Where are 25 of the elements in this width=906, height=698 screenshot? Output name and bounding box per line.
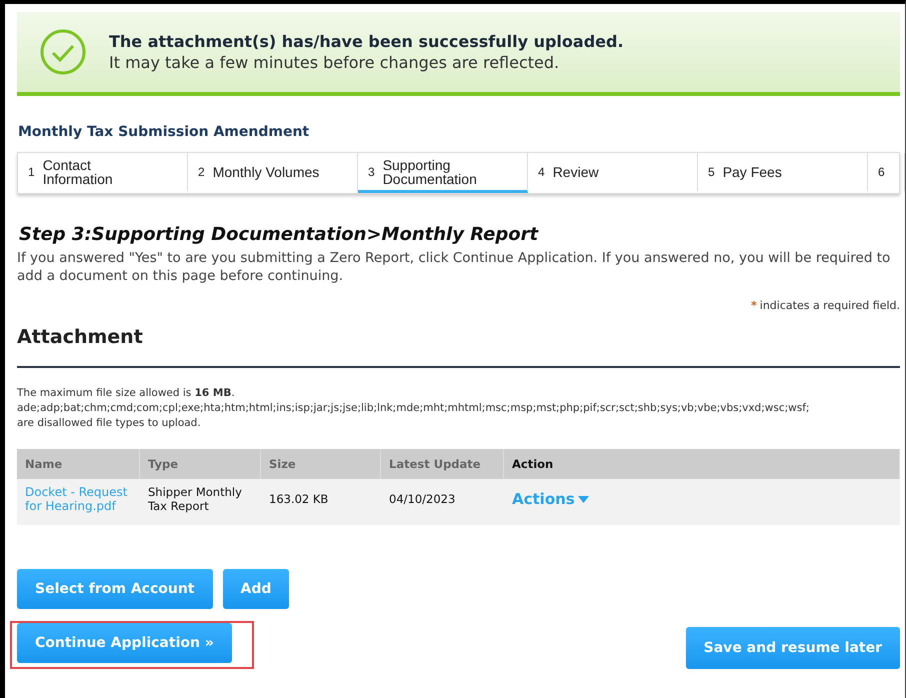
caret-icon	[578, 496, 589, 502]
section-title: Attachment	[17, 326, 900, 368]
required-note: indicates a required field.	[760, 299, 900, 312]
required-mark: *	[751, 299, 757, 312]
step-tab[interactable]: 2 Monthly Volumes	[188, 153, 358, 193]
alert-title: The attachment(s) has/have been successfully uploaded.	[109, 32, 624, 51]
file-info-text: The maximum file size allowed is 16 MB.	[17, 386, 236, 401]
file-info-text: are disallowed file types to upload.	[17, 416, 202, 431]
alert-message: It may take a few minutes before changes are reflected.	[109, 53, 560, 72]
column-header: Name	[17, 449, 140, 479]
step-heading: Step 3:Supporting Documentation>Monthly Report	[19, 224, 540, 245]
table-cell: 163.02 KB	[261, 479, 381, 525]
table-cell: Shipper Monthly Tax Report	[140, 479, 261, 525]
step-tab[interactable]: 4 Review	[528, 153, 698, 193]
step-tab[interactable]: 5 Pay Fees	[698, 153, 868, 193]
column-header: Action	[504, 449, 900, 479]
instructions: If you answered "Yes" to are you submitting a Zero Report, click Continue Application. If you answered no, you will be required to add a document on this page before continuing.	[17, 249, 892, 285]
table-cell: 04/10/2023	[381, 479, 504, 525]
column-header: Size	[261, 449, 381, 479]
page-title: Monthly Tax Submission Amendment	[18, 124, 310, 140]
column-header: Latest Update	[381, 449, 504, 479]
file-info-text: ade;adp;bat;chm;cmd;com;cpl;exe;hta;htm;html;ins;isp;jar;js;jse;lib;lnk;mde;mht;mhtml;msc;msp;mst;php;pif;scr;sct;shb;sys;vb;vbe;vbs;vxd;wsc;wsf;	[17, 401, 810, 416]
column-header: Type	[140, 449, 261, 479]
check-circle-icon	[39, 28, 87, 76]
step-tab[interactable]: 6	[868, 153, 905, 193]
